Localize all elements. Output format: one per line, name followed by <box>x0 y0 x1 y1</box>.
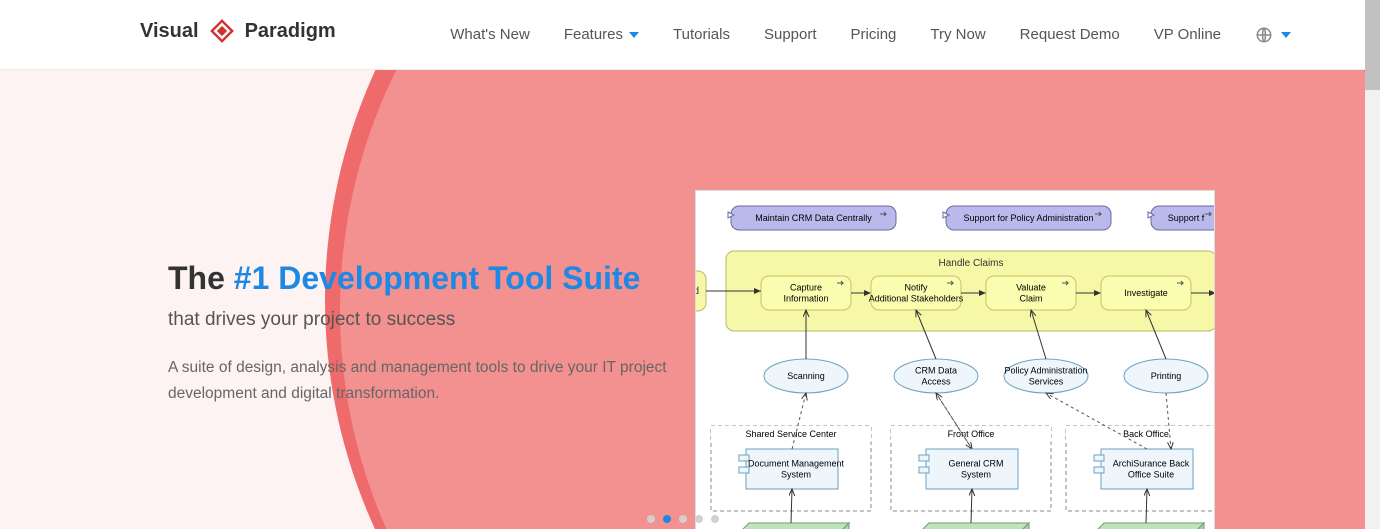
nav-item-label: Pricing <box>851 26 897 43</box>
nav-item-label: Try Now <box>930 26 985 43</box>
carousel-dot-4[interactable] <box>711 515 719 523</box>
nav-item-label: Support <box>764 26 817 43</box>
svg-text:Notify: Notify <box>904 283 928 293</box>
svg-text:ved: ved <box>696 286 699 297</box>
svg-text:Capture: Capture <box>790 283 822 293</box>
nav-item-try-now[interactable]: Try Now <box>930 26 985 43</box>
svg-text:System: System <box>781 470 811 480</box>
svg-text:Maintain CRM Data Centrally: Maintain CRM Data Centrally <box>755 213 872 223</box>
svg-text:Policy Administration: Policy Administration <box>1004 366 1087 376</box>
svg-text:CRM Data: CRM Data <box>915 366 957 376</box>
nav-item-label: VP Online <box>1154 26 1221 43</box>
nav-item-label: Tutorials <box>673 26 730 43</box>
svg-text:Scanning: Scanning <box>787 371 825 381</box>
svg-text:Printing: Printing <box>1151 371 1182 381</box>
hero-text-block: The #1 Development Tool Suite that drive… <box>168 260 698 408</box>
svg-text:Additional Stakeholders: Additional Stakeholders <box>869 294 964 304</box>
svg-text:Claim: Claim <box>1019 294 1042 304</box>
chevron-down-icon <box>1281 32 1291 38</box>
svg-text:Office Suite: Office Suite <box>1128 470 1174 480</box>
nav-item-label: Features <box>564 26 623 43</box>
hero-title-accent: #1 Development Tool Suite <box>234 260 641 296</box>
svg-text:Investigate: Investigate <box>1124 288 1168 298</box>
hero-section: The #1 Development Tool Suite that drive… <box>0 70 1365 529</box>
svg-text:ArchiSurance Back: ArchiSurance Back <box>1113 459 1190 469</box>
svg-text:Access: Access <box>921 377 951 387</box>
svg-text:General CRM: General CRM <box>948 459 1003 469</box>
svg-text:Document Management: Document Management <box>748 459 845 469</box>
nav-item-label: Request Demo <box>1020 26 1120 43</box>
svg-text:System: System <box>961 470 991 480</box>
globe-icon <box>1255 26 1273 44</box>
svg-text:Support f: Support f <box>1168 213 1205 223</box>
brand-logo[interactable]: Visual Paradigm <box>140 14 336 48</box>
svg-text:Handle Claims: Handle Claims <box>938 258 1003 269</box>
svg-text:Valuate: Valuate <box>1016 283 1046 293</box>
carousel-dot-0[interactable] <box>647 515 655 523</box>
nav-item-tutorials[interactable]: Tutorials <box>673 26 730 43</box>
archimate-diagram: Maintain CRM Data Centrally Support for P… <box>696 191 1215 529</box>
brand-word-2: Paradigm <box>245 20 336 43</box>
nav-item-request-demo[interactable]: Request Demo <box>1020 26 1120 43</box>
carousel-dots <box>647 515 719 523</box>
hero-diagram-panel: Maintain CRM Data Centrally Support for P… <box>695 190 1215 529</box>
nav-item-what-s-new[interactable]: What's New <box>450 26 530 43</box>
carousel-dot-2[interactable] <box>679 515 687 523</box>
hero-description: A suite of design, analysis and manageme… <box>168 355 698 408</box>
chevron-down-icon <box>629 32 639 38</box>
svg-text:Front Office: Front Office <box>948 429 995 439</box>
scrollbar-thumb[interactable] <box>1365 0 1380 90</box>
carousel-dot-3[interactable] <box>695 515 703 523</box>
svg-text:Information: Information <box>783 294 828 304</box>
svg-text:Support for Policy Administrat: Support for Policy Administration <box>963 213 1093 223</box>
nav-item-pricing[interactable]: Pricing <box>851 26 897 43</box>
nav-item-features[interactable]: Features <box>564 26 639 43</box>
carousel-dot-1[interactable] <box>663 515 671 523</box>
nav-item-label: What's New <box>450 26 530 43</box>
top-nav: Visual Paradigm What's New Features Tutori… <box>0 0 1365 70</box>
hero-title-prefix: The <box>168 260 234 296</box>
svg-text:Services: Services <box>1029 377 1064 387</box>
svg-text:Back Office: Back Office <box>1123 429 1169 439</box>
brand-logo-mark <box>205 14 239 48</box>
svg-text:Shared Service Center: Shared Service Center <box>745 429 836 439</box>
hero-title: The #1 Development Tool Suite <box>168 260 698 297</box>
nav-item-vp-online[interactable]: VP Online <box>1154 26 1221 43</box>
nav-item-support[interactable]: Support <box>764 26 817 43</box>
brand-word-1: Visual <box>140 20 199 43</box>
nav-items: What's New Features Tutorials Support Pricin… <box>450 26 1291 44</box>
hero-subtitle: that drives your project to success <box>168 309 698 331</box>
language-selector[interactable] <box>1255 26 1291 44</box>
